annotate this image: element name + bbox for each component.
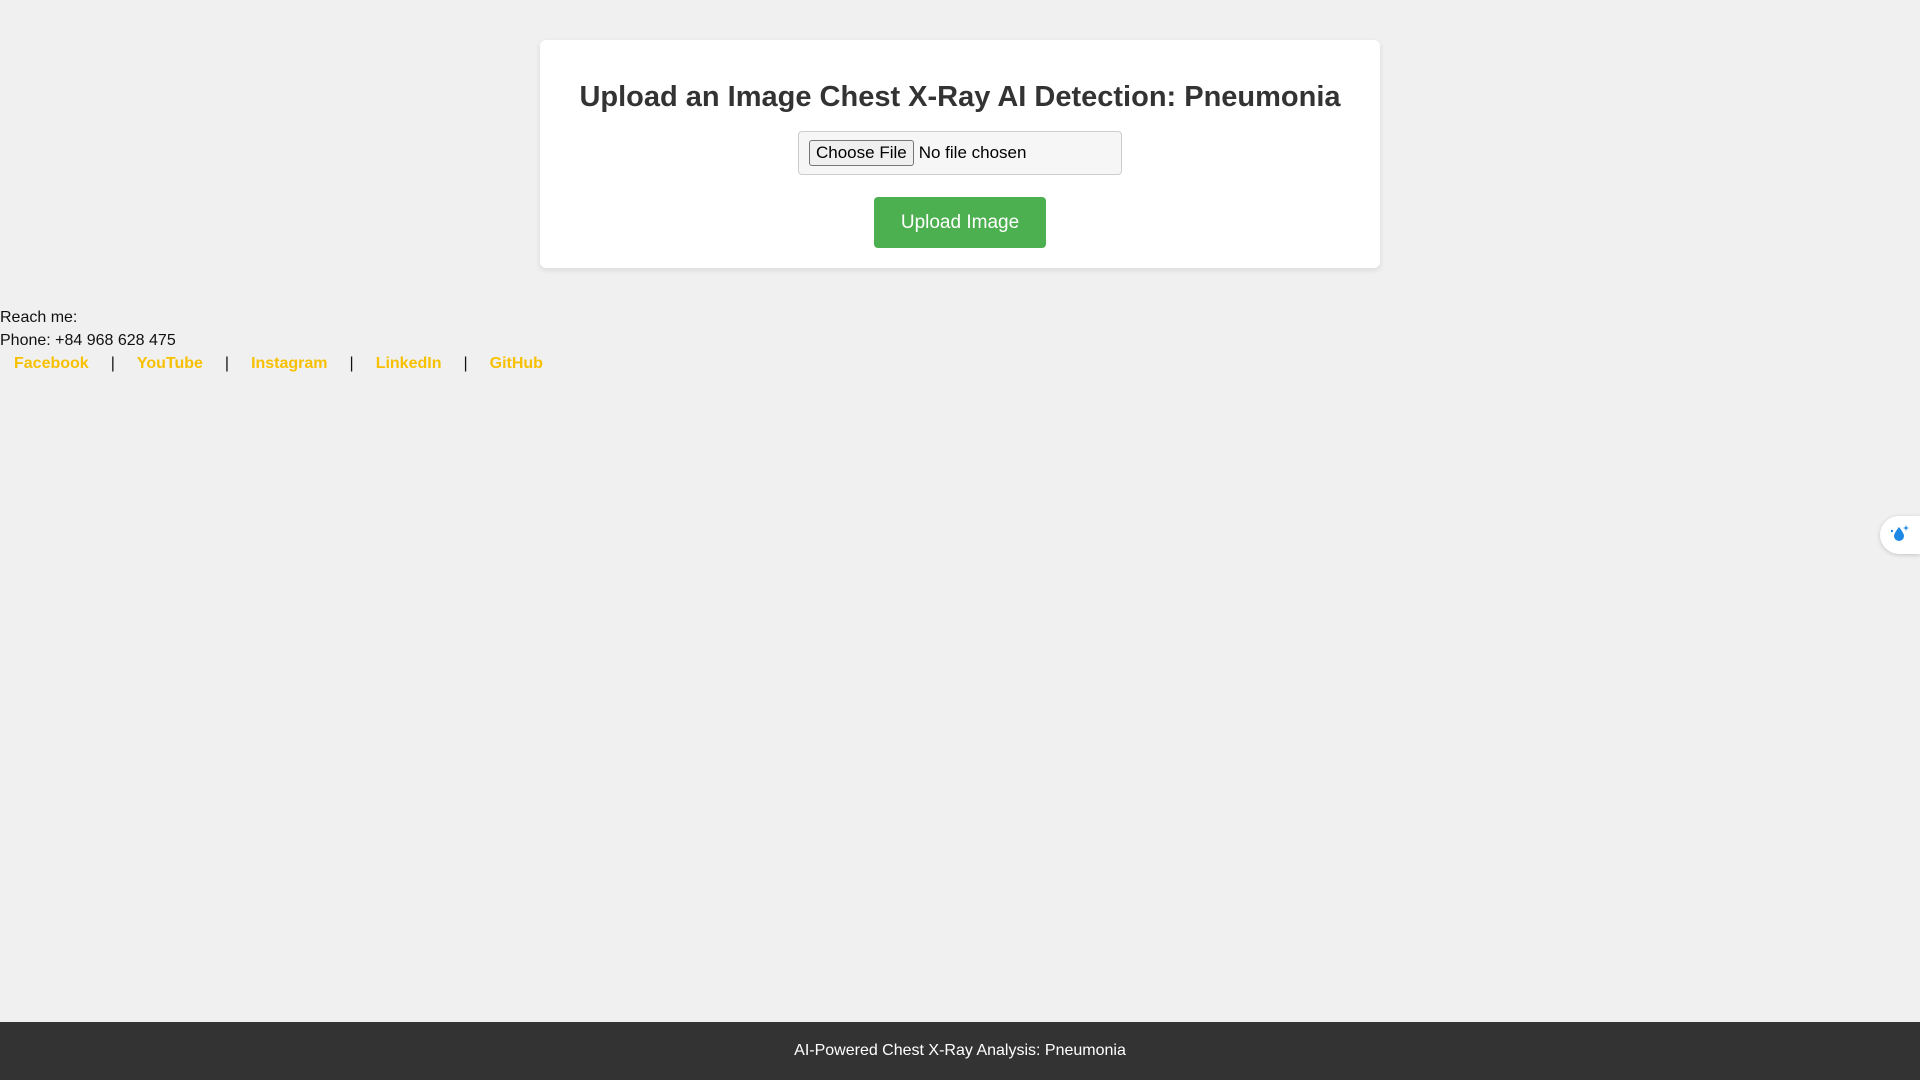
social-links: Facebook | YouTube | Instagram | LinkedI… <box>0 352 557 375</box>
footer-text: AI-Powered Chest X-Ray Analysis: Pneumon… <box>794 1042 1126 1059</box>
upload-image-button[interactable]: Upload Image <box>874 197 1046 248</box>
file-status-text: No file chosen <box>918 143 1027 162</box>
side-widget-button[interactable] <box>1880 516 1920 554</box>
contact-section: Reach me: Phone: +84 968 628 475 Faceboo… <box>0 306 557 375</box>
reach-me-label: Reach me: <box>0 309 78 326</box>
phone-number: Phone: +84 968 628 475 <box>0 332 176 349</box>
page-title: Upload an Image Chest X-Ray AI Detection… <box>579 81 1341 113</box>
footer: AI-Powered Chest X-Ray Analysis: Pneumon… <box>0 1022 1920 1080</box>
youtube-link[interactable]: YouTube <box>123 352 217 375</box>
instagram-link[interactable]: Instagram <box>237 352 341 375</box>
facebook-link[interactable]: Facebook <box>0 352 103 375</box>
link-separator: | <box>463 355 468 372</box>
link-separator: | <box>224 355 230 372</box>
water-drop-sparkle-icon <box>1889 522 1911 549</box>
link-separator: | <box>349 355 354 372</box>
upload-card: Upload an Image Chest X-Ray AI Detection… <box>540 40 1380 268</box>
link-separator: | <box>110 355 115 372</box>
file-input[interactable]: Choose File No file chosen <box>798 131 1122 175</box>
github-link[interactable]: GitHub <box>476 352 557 375</box>
page: Upload an Image Chest X-Ray AI Detection… <box>0 0 1920 1080</box>
linkedin-link[interactable]: LinkedIn <box>362 352 456 375</box>
choose-file-button[interactable]: Choose File <box>809 140 914 166</box>
